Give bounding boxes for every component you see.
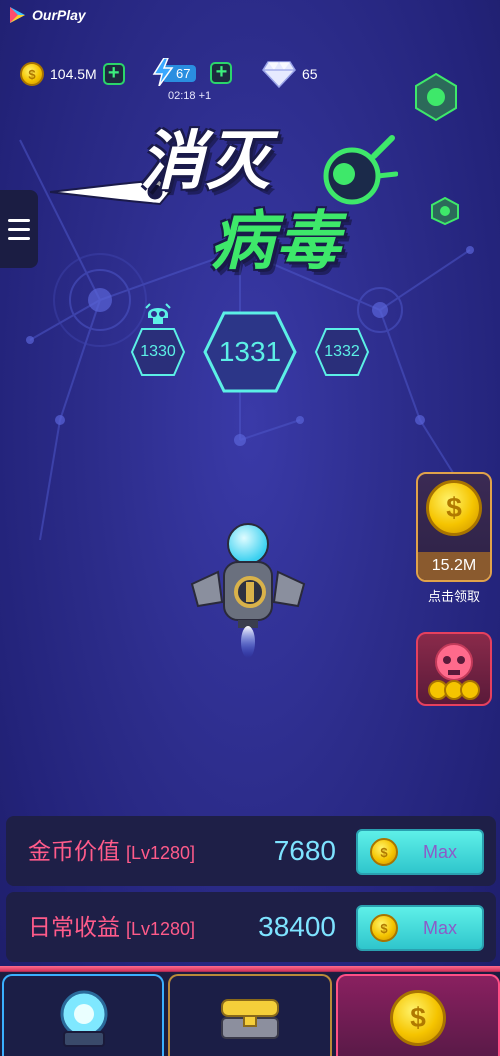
level-next[interactable]: 1332 (314, 327, 370, 377)
level-prev-number: 1330 (140, 343, 176, 360)
green-virus-icon (415, 72, 457, 122)
brand-name: OurPlay (32, 7, 86, 23)
energy-timer: 02:18 +1 (168, 90, 212, 102)
reward-caption: 点击领取 (427, 589, 480, 604)
add-coins-button[interactable]: + (102, 63, 125, 85)
tab-tower[interactable] (2, 974, 164, 1056)
virus-bonus-card[interactable] (416, 632, 492, 706)
small-virus-icon (431, 196, 459, 226)
gold-coin-icon: $ (426, 480, 482, 536)
max-upgrade-button[interactable]: $ Max (356, 905, 484, 951)
virus-skull-coins-icon (428, 643, 480, 700)
coin-reward-card[interactable]: $ 15.2M (416, 472, 492, 582)
tab-chest[interactable] (168, 974, 332, 1056)
level-current[interactable]: 1331 (202, 310, 298, 394)
ourplay-logo-icon (10, 7, 25, 23)
upgrade-name: 金币价值 (28, 838, 120, 864)
level-next-number: 1332 (324, 343, 360, 360)
coin-counter: $ 104.5M + (20, 62, 125, 86)
virus-mascot-icon (323, 135, 398, 205)
upgrade-value: 7680 (273, 835, 336, 866)
gold-coin-icon: $ (20, 62, 44, 86)
gold-coin-icon: $ (370, 838, 398, 866)
max-button-label: Max (422, 917, 457, 938)
game-title: 消灭 病毒 (50, 110, 420, 280)
treasure-chest-icon (221, 999, 279, 1039)
coin-amount: 104.5M (50, 66, 97, 82)
upgrade-level: [Lv1280] (126, 843, 196, 863)
energy-counter: 67 + (152, 58, 233, 86)
level-prev[interactable]: 1330 (130, 327, 186, 377)
upgrade-value: 38400 (258, 911, 336, 942)
diamond-icon (262, 61, 296, 88)
menu-button[interactable] (0, 190, 38, 268)
level-current-number: 1331 (218, 336, 282, 367)
gem-amount: 65 (302, 66, 318, 82)
gem-counter: 65 (262, 60, 318, 88)
player-ship (190, 523, 306, 658)
reward-amount: 15.2M (418, 552, 490, 580)
menu-icon-bar (8, 218, 30, 222)
tower-orb-icon (60, 990, 108, 1047)
upgrade-level: [Lv1280] (126, 919, 196, 939)
menu-icon-bar (8, 227, 30, 231)
skull-icon (145, 303, 171, 324)
gold-coin-icon: $ (370, 914, 398, 942)
gold-coin-icon: $ (390, 990, 446, 1046)
brand-bar: OurPlay (8, 6, 86, 24)
lightning-icon (152, 58, 174, 86)
upgrade-panel-coin-value: 金币价值 [Lv1280] 7680 $ Max (6, 816, 496, 886)
title-line-1: 消灭 (140, 125, 272, 197)
tab-coins[interactable]: $ (336, 974, 500, 1056)
max-upgrade-button[interactable]: $ Max (356, 829, 484, 875)
menu-icon-bar (8, 236, 30, 240)
upgrade-panel-daily-income: 日常收益 [Lv1280] 38400 $ Max (6, 892, 496, 962)
add-energy-button[interactable]: + (210, 62, 233, 84)
upgrade-name: 日常收益 (28, 914, 120, 940)
max-button-label: Max (422, 841, 457, 862)
